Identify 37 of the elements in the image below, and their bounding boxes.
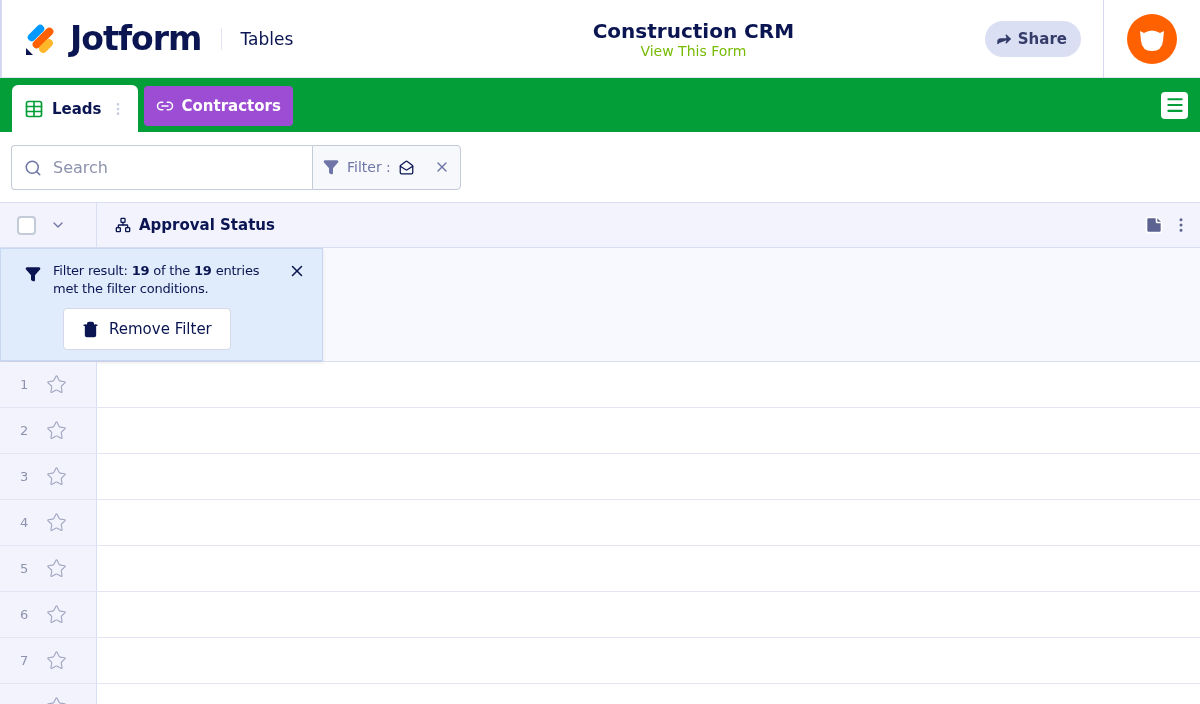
brand-name: Jotform [70,19,202,58]
star-icon[interactable] [46,374,67,395]
table-tab[interactable]: Leads [12,85,138,132]
row-number: 6 [20,607,29,622]
note-icon[interactable] [1144,215,1164,235]
row-number: 2 [20,423,29,438]
envelope-icon [398,159,414,175]
search-icon [24,158,42,177]
star-icon[interactable] [46,650,67,671]
row-number: 4 [20,515,29,530]
product-name: Tables [240,28,294,49]
star-icon[interactable] [46,466,67,487]
grid-icon [24,98,44,119]
filter-label: Filter : [347,159,391,175]
star-icon[interactable] [46,604,67,625]
filter-icon [25,266,41,282]
column-header[interactable]: Approval Status [139,216,275,234]
row-number: 7 [20,653,29,668]
select-all-checkbox[interactable] [17,215,36,235]
row-number: 3 [20,469,29,484]
table-tab[interactable]: Contractors [143,86,293,126]
share-button[interactable]: Share [984,20,1081,57]
menu-icon [1164,95,1185,115]
row-number: 1 [20,377,29,392]
trash-icon [82,320,99,338]
filter-icon [323,159,339,175]
hierarchy-icon [115,217,131,233]
filter-result-text: Filter result: 19 of the 19 entries met the filter conditions. [53,262,261,298]
star-icon[interactable] [46,558,67,579]
remove-filter-button[interactable]: Remove Filter [63,308,231,350]
star-icon[interactable] [46,420,67,441]
row-number: 5 [20,561,29,576]
search-field[interactable]: Search [11,144,312,190]
form-title: Construction CRM [592,18,795,43]
avatar-icon[interactable] [1127,13,1177,64]
star-icon[interactable] [46,512,67,533]
menu-button[interactable] [1161,91,1188,119]
